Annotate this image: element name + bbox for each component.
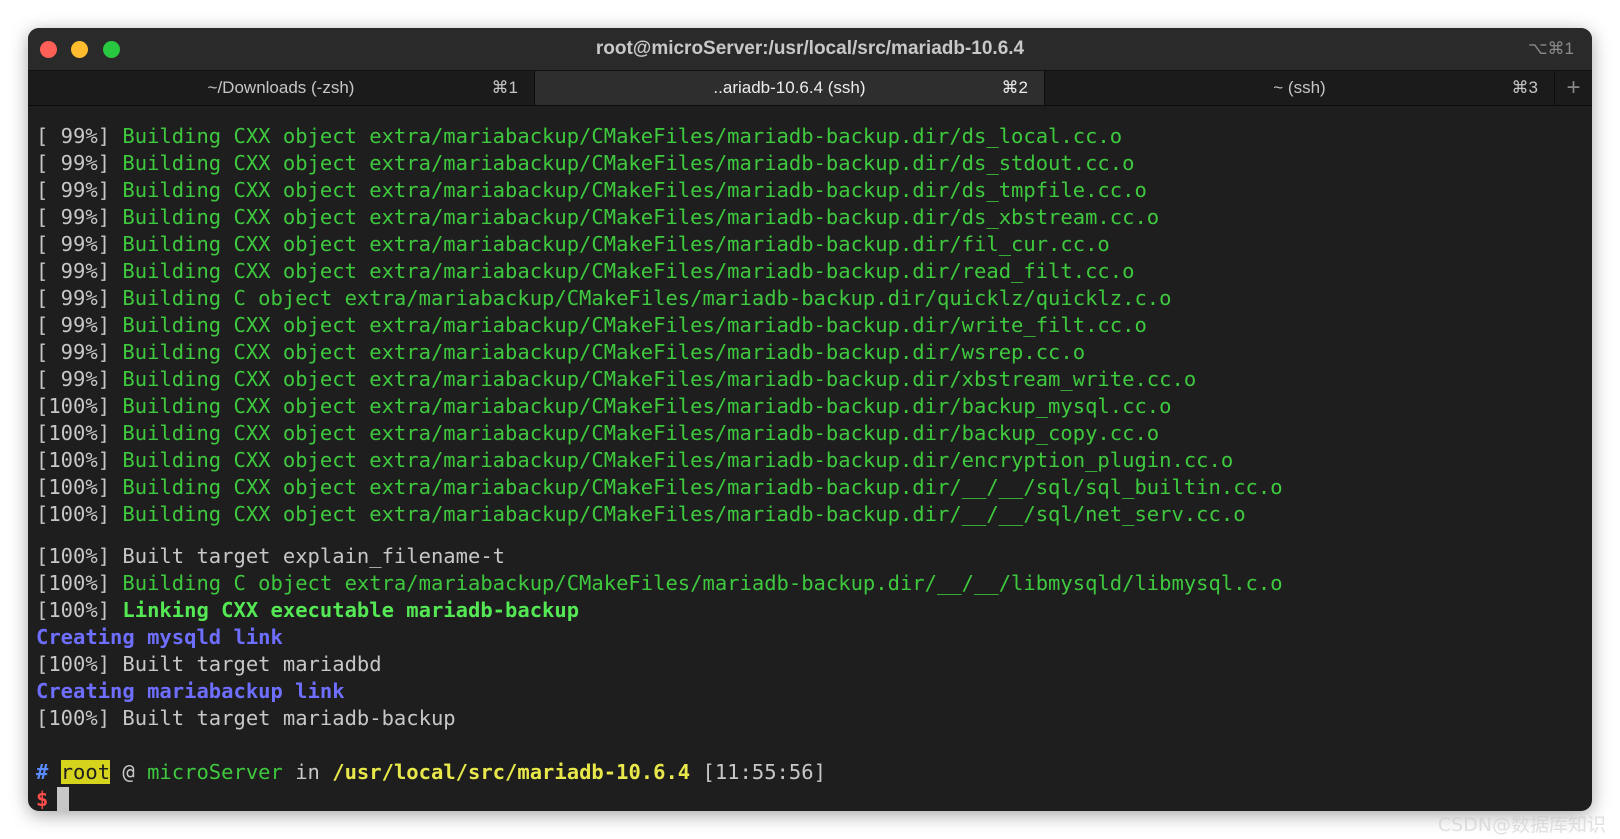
- progress-percent: [100%]: [36, 598, 123, 622]
- shell-prompt: # root @ microServer in /usr/local/src/m…: [36, 758, 826, 786]
- title-bar[interactable]: root@microServer:/usr/local/src/mariadb-…: [28, 28, 1592, 71]
- terminal-line: [100%] Building CXX object extra/mariaba…: [36, 473, 1283, 501]
- progress-percent: [ 99%]: [36, 124, 123, 148]
- new-tab-plus-icon[interactable]: +: [1555, 71, 1592, 105]
- window-title: root@microServer:/usr/local/src/mariadb-…: [595, 38, 1025, 59]
- line-text: Building CXX object extra/mariabackup/CM…: [122, 124, 1123, 148]
- terminal-line: [100%] Building CXX object extra/mariaba…: [36, 419, 1159, 447]
- progress-percent: [ 99%]: [36, 340, 123, 364]
- progress-percent: [100%]: [36, 571, 123, 595]
- terminal-line: [ 99%] Building CXX object extra/mariaba…: [36, 365, 1196, 393]
- line-text: Building C object extra/mariabackup/CMak…: [122, 286, 1172, 310]
- progress-percent: [ 99%]: [36, 259, 123, 283]
- terminal-line: [100%] Building CXX object extra/mariaba…: [36, 500, 1246, 528]
- terminal-window: root@microServer:/usr/local/src/mariadb-…: [28, 28, 1592, 811]
- watermark: CSDN@数据库知识: [1437, 814, 1606, 836]
- tab-label: ..ariadb-10.6.4 (ssh): [713, 78, 866, 97]
- line-text: Building CXX object extra/mariabackup/CM…: [122, 394, 1172, 418]
- prompt-in: in: [282, 760, 333, 784]
- progress-percent: [100%]: [36, 475, 123, 499]
- line-text: Building CXX object extra/mariabackup/CM…: [122, 313, 1147, 337]
- line-text: Building CXX object extra/mariabackup/CM…: [122, 367, 1197, 391]
- progress-percent: [100%]: [36, 394, 123, 418]
- terminal-line: [100%] Linking CXX executable mariadb-ba…: [36, 596, 579, 624]
- tab-downloads-zsh[interactable]: ~/Downloads (-zsh) ⌘1: [28, 71, 535, 105]
- tab-mariadb-ssh[interactable]: ..ariadb-10.6.4 (ssh) ⌘2: [535, 71, 1045, 105]
- progress-percent: [ 99%]: [36, 367, 123, 391]
- line-text: Building CXX object extra/mariabackup/CM…: [122, 421, 1160, 445]
- terminal-line: [ 99%] Building CXX object extra/mariaba…: [36, 257, 1134, 285]
- prompt-dollar: $: [36, 787, 49, 811]
- progress-percent: [100%]: [36, 502, 123, 526]
- line-text: Building CXX object extra/mariabackup/CM…: [122, 502, 1246, 526]
- terminal-line: [ 99%] Building CXX object extra/mariaba…: [36, 176, 1147, 204]
- line-text: Built target mariadbd: [122, 652, 382, 676]
- progress-percent: [ 99%]: [36, 151, 123, 175]
- terminal-line: [100%] Building C object extra/mariaback…: [36, 569, 1283, 597]
- line-text: Building CXX object extra/mariabackup/CM…: [122, 205, 1160, 229]
- progress-percent: [ 99%]: [36, 286, 123, 310]
- terminal-line: [ 99%] Building CXX object extra/mariaba…: [36, 149, 1134, 177]
- line-text: Building CXX object extra/mariabackup/CM…: [122, 232, 1110, 256]
- terminal-output[interactable]: [ 99%] Building CXX object extra/mariaba…: [28, 107, 1592, 811]
- line-text: Built target mariadb-backup: [122, 706, 456, 730]
- tab-home-ssh[interactable]: ~ (ssh) ⌘3: [1045, 71, 1555, 105]
- progress-percent: [100%]: [36, 652, 123, 676]
- terminal-line: [100%] Built target explain_filename-t: [36, 542, 505, 570]
- line-text: Building CXX object extra/mariabackup/CM…: [122, 448, 1234, 472]
- terminal-line: [100%] Built target mariadb-backup: [36, 704, 456, 732]
- tab-shortcut: ⌘2: [1001, 78, 1028, 97]
- line-text: Creating mysqld link: [36, 625, 283, 649]
- progress-percent: [ 99%]: [36, 313, 123, 337]
- line-text: Built target explain_filename-t: [122, 544, 506, 568]
- progress-percent: [ 99%]: [36, 178, 123, 202]
- tab-shortcut: ⌘3: [1511, 78, 1538, 97]
- terminal-line: [100%] Building CXX object extra/mariaba…: [36, 392, 1171, 420]
- prompt-path: /usr/local/src/mariadb-10.6.4: [332, 760, 691, 784]
- progress-percent: [100%]: [36, 706, 123, 730]
- terminal-line: Creating mysqld link: [36, 623, 283, 651]
- text-cursor[interactable]: [57, 787, 70, 811]
- tab-label: ~ (ssh): [1273, 78, 1326, 97]
- terminal-line: [100%] Built target mariadbd: [36, 650, 382, 678]
- terminal-line: [ 99%] Building CXX object extra/mariaba…: [36, 203, 1159, 231]
- terminal-line: [ 99%] Building C object extra/mariaback…: [36, 284, 1171, 312]
- command-line[interactable]: $: [36, 785, 70, 811]
- progress-percent: [100%]: [36, 544, 123, 568]
- terminal-line: [100%] Building CXX object extra/mariaba…: [36, 446, 1233, 474]
- terminal-line: [ 99%] Building CXX object extra/mariaba…: [36, 122, 1122, 150]
- terminal-line: [ 99%] Building CXX object extra/mariaba…: [36, 230, 1110, 258]
- tab-label: ~/Downloads (-zsh): [207, 78, 355, 97]
- progress-percent: [100%]: [36, 421, 123, 445]
- tab-bar: ~/Downloads (-zsh) ⌘1 ..ariadb-10.6.4 (s…: [28, 71, 1592, 106]
- line-text: Building C object extra/mariabackup/CMak…: [122, 571, 1283, 595]
- progress-percent: [100%]: [36, 448, 123, 472]
- prompt-hash: #: [36, 760, 49, 784]
- line-text: Building CXX object extra/mariabackup/CM…: [122, 151, 1135, 175]
- line-text: Creating mariabackup link: [36, 679, 345, 703]
- terminal-line: [ 99%] Building CXX object extra/mariaba…: [36, 311, 1147, 339]
- progress-percent: [ 99%]: [36, 205, 123, 229]
- terminal-line: Creating mariabackup link: [36, 677, 345, 705]
- tab-shortcut: ⌘1: [491, 78, 518, 97]
- line-text: Linking CXX executable mariadb-backup: [122, 598, 580, 622]
- line-text: Building CXX object extra/mariabackup/CM…: [122, 259, 1135, 283]
- line-text: Building CXX object extra/mariabackup/CM…: [122, 178, 1147, 202]
- line-text: Building CXX object extra/mariabackup/CM…: [122, 475, 1283, 499]
- prompt-host: microServer: [147, 760, 283, 784]
- window-shortcut: ⌥⌘1: [1527, 39, 1574, 58]
- line-text: Building CXX object extra/mariabackup/CM…: [122, 340, 1086, 364]
- prompt-time: [11:55:56]: [690, 760, 826, 784]
- progress-percent: [ 99%]: [36, 232, 123, 256]
- terminal-line: [ 99%] Building CXX object extra/mariaba…: [36, 338, 1085, 366]
- prompt-at: @: [110, 760, 148, 784]
- prompt-user: root: [60, 760, 111, 784]
